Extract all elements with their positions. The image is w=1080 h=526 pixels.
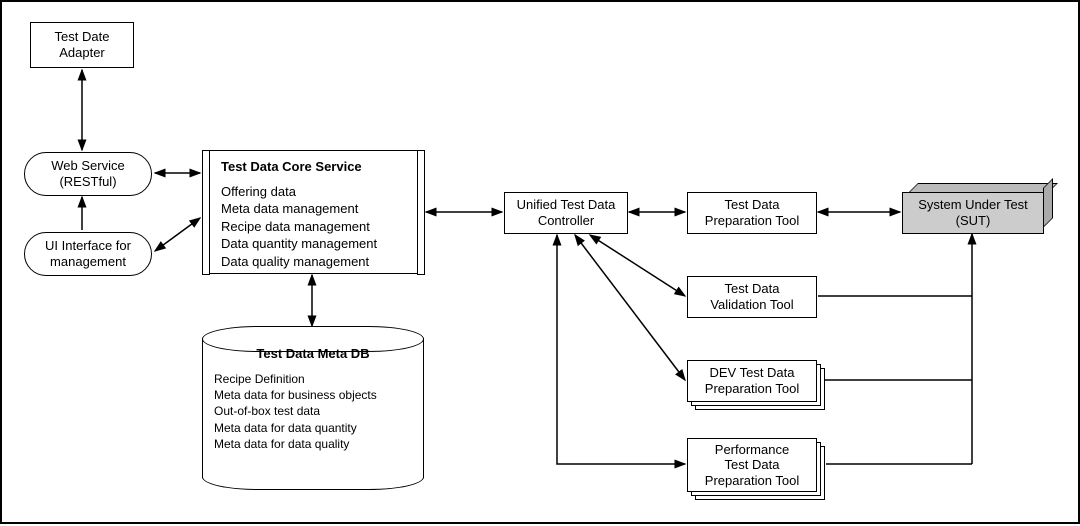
meta-db-cylinder: Test Data Meta DB Recipe Definition Meta…: [202, 326, 424, 490]
adapter-label: Test Date Adapter: [55, 29, 110, 60]
db-list: Recipe Definition Meta data for business…: [214, 371, 412, 452]
core-title: Test Data Core Service: [221, 159, 377, 175]
ui-interface-label: UI Interface for management: [45, 238, 131, 269]
db-item: Meta data for business objects: [214, 387, 412, 403]
controller-label: Unified Test Data Controller: [517, 197, 616, 228]
validation-tool-box: Test Data Validation Tool: [687, 276, 817, 318]
web-service-label: Web Service (RESTful): [51, 158, 124, 189]
db-item: Meta data for data quality: [214, 436, 412, 452]
sut-3d-top: [908, 183, 1058, 193]
core-item: Recipe data management: [221, 218, 377, 236]
core-item: Offering data: [221, 183, 377, 201]
core-item: Data quality management: [221, 253, 377, 271]
prep-tool-box: Test Data Preparation Tool: [687, 192, 817, 234]
core-left-handle: [202, 150, 210, 275]
core-list: Offering data Meta data management Recip…: [221, 183, 377, 271]
db-item: Out-of-box test data: [214, 403, 412, 419]
core-item: Data quantity management: [221, 235, 377, 253]
db-item: Recipe Definition: [214, 371, 412, 387]
test-date-adapter-box: Test Date Adapter: [30, 22, 134, 68]
diagram-frame: Test Date Adapter Web Service (RESTful) …: [0, 0, 1080, 524]
ui-interface-pill: UI Interface for management: [24, 232, 152, 276]
web-service-pill: Web Service (RESTful): [24, 152, 152, 196]
prep-tool-label: Test Data Preparation Tool: [705, 197, 799, 228]
db-title: Test Data Meta DB: [214, 346, 412, 361]
validation-tool-label: Test Data Validation Tool: [710, 281, 793, 312]
sut-3d-side: [1043, 178, 1053, 228]
perf-tool-label: Performance Test Data Preparation Tool: [705, 442, 799, 489]
core-right-handle: [417, 150, 425, 275]
core-service-box: Test Data Core Service Offering data Met…: [202, 150, 424, 274]
sut-box: System Under Test (SUT): [902, 192, 1044, 234]
controller-box: Unified Test Data Controller: [504, 192, 628, 234]
sut-label: System Under Test (SUT): [918, 197, 1028, 228]
dev-tool-box: DEV Test Data Preparation Tool: [687, 360, 817, 402]
db-item: Meta data for data quantity: [214, 420, 412, 436]
perf-tool-box: Performance Test Data Preparation Tool: [687, 438, 817, 492]
dev-tool-label: DEV Test Data Preparation Tool: [705, 365, 799, 396]
connectors-svg: [2, 2, 1080, 526]
core-item: Meta data management: [221, 200, 377, 218]
